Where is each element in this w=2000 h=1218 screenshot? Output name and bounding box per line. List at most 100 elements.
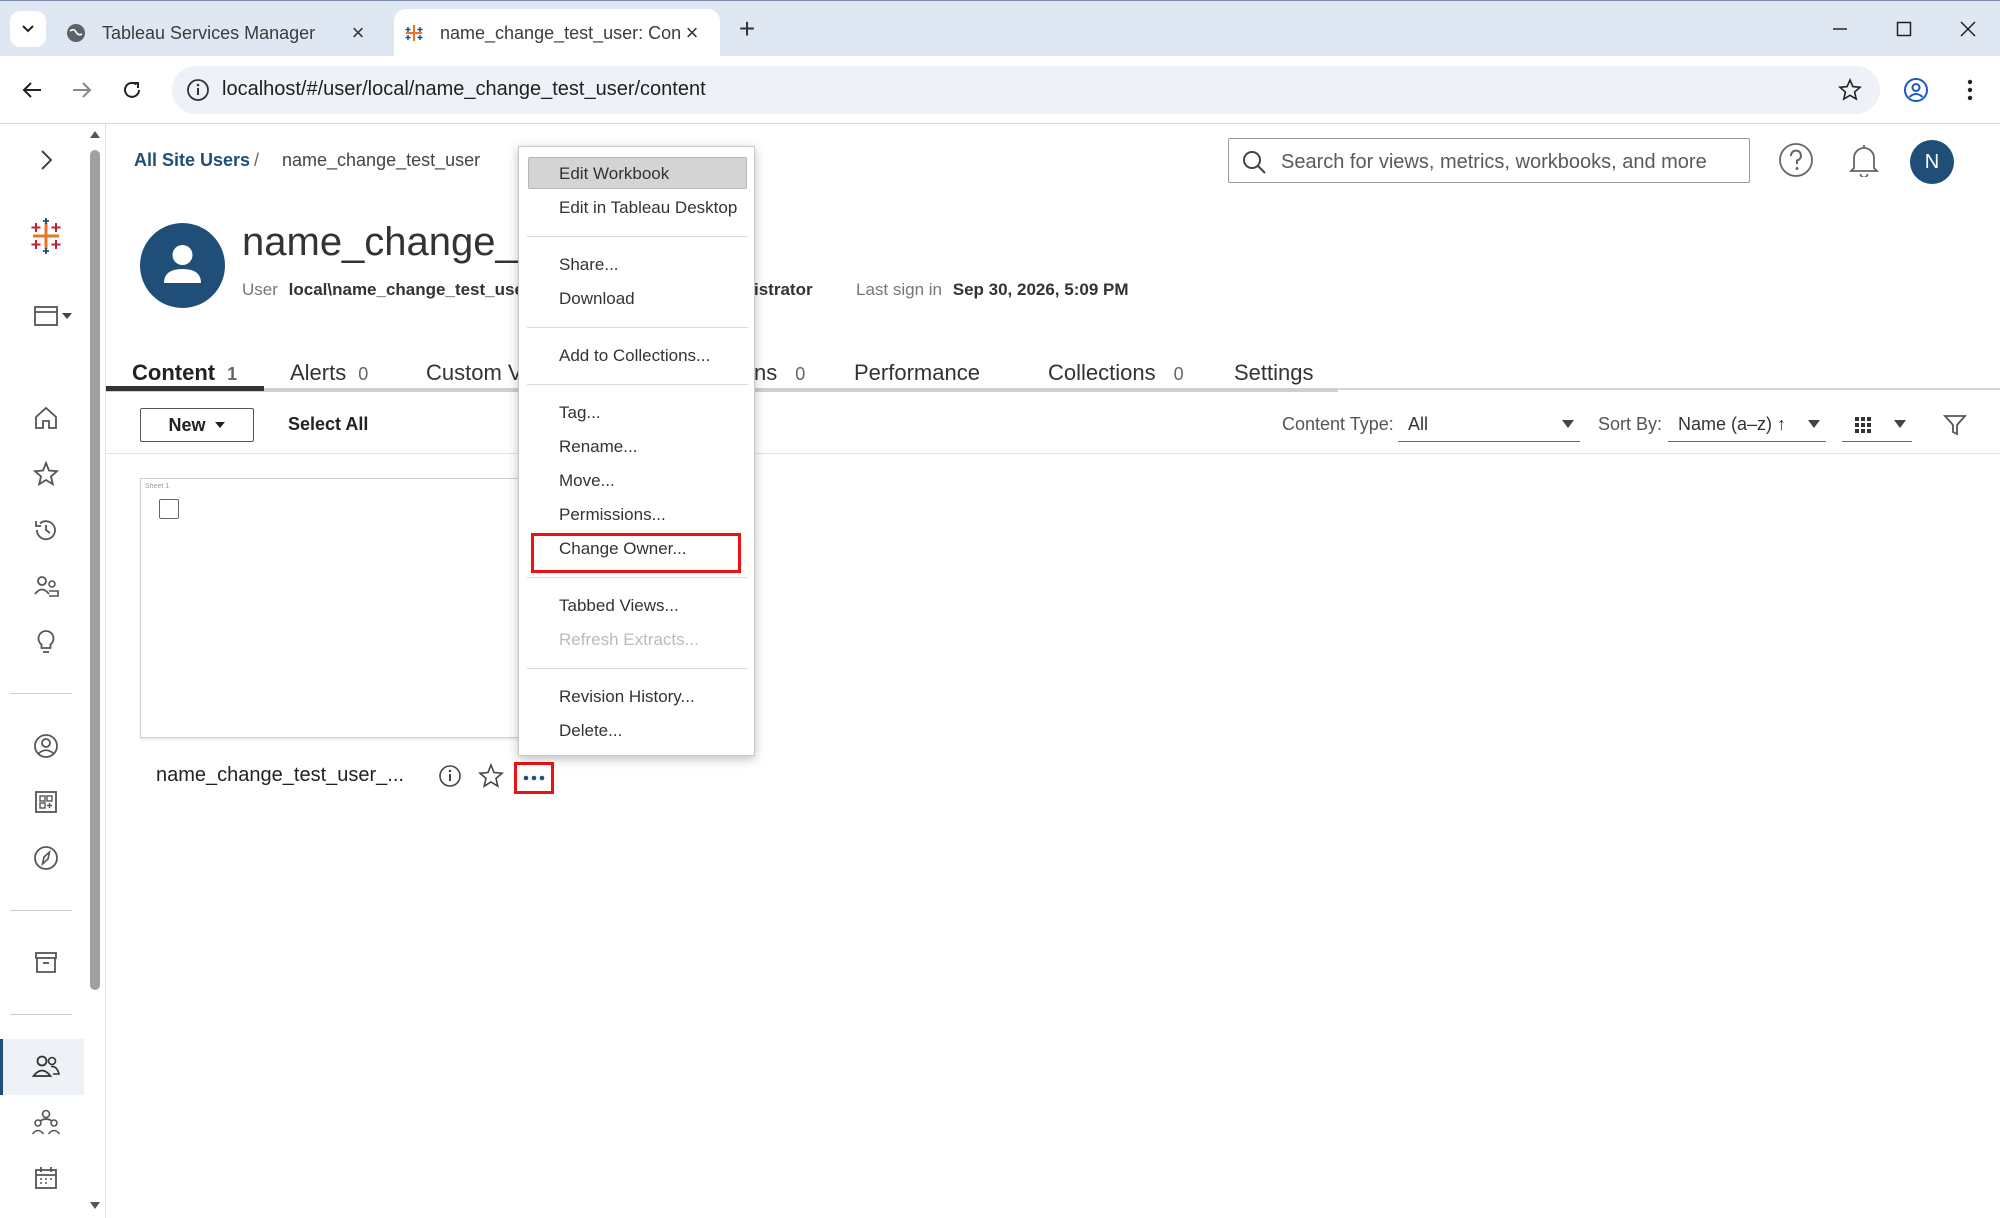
- chevron-right-icon: [41, 150, 53, 170]
- browser-tab-content[interactable]: name_change_test_user: Conter ×: [394, 9, 720, 57]
- scroll-down-icon[interactable]: [88, 1200, 102, 1212]
- menu-divider: [527, 384, 748, 385]
- nav-collections[interactable]: [26, 782, 66, 822]
- more-actions-button[interactable]: [514, 762, 554, 794]
- view-mode-select[interactable]: [1842, 408, 1912, 442]
- tableau-logo[interactable]: [26, 216, 66, 256]
- notifications-button[interactable]: [1844, 140, 1884, 180]
- nav-home[interactable]: [26, 398, 66, 438]
- close-window-button[interactable]: [1948, 11, 1988, 47]
- workbook-info-button[interactable]: [436, 762, 464, 790]
- search-input[interactable]: Search for views, metrics, workbooks, an…: [1281, 151, 1707, 174]
- nav-recommendations[interactable]: [26, 622, 66, 662]
- workbook-favorite-button[interactable]: [477, 762, 505, 790]
- menu-tag[interactable]: Tag...: [559, 403, 601, 423]
- menu-divider: [527, 577, 748, 578]
- tab-custom-views[interactable]: Custom V: [426, 360, 523, 386]
- help-button[interactable]: [1776, 140, 1816, 180]
- scroll-up-icon[interactable]: [88, 128, 102, 140]
- forward-button[interactable]: [64, 72, 100, 108]
- menu-permissions[interactable]: Permissions...: [559, 505, 666, 525]
- tab-alerts[interactable]: Alerts 0: [290, 360, 368, 386]
- tab-label: Alerts: [290, 360, 347, 385]
- filter-icon[interactable]: [1942, 412, 1968, 438]
- role-meta: istrator: [754, 280, 813, 300]
- archive-box-icon: [35, 952, 57, 973]
- menu-download[interactable]: Download: [559, 289, 635, 309]
- info-icon[interactable]: [186, 78, 210, 102]
- bookmark-star-icon[interactable]: [1838, 78, 1862, 102]
- globe-icon: [67, 24, 85, 42]
- page-scrollbar[interactable]: [88, 124, 102, 1218]
- tableau-logo-icon: [31, 218, 61, 254]
- menu-divider: [527, 668, 748, 669]
- close-tab-icon[interactable]: ×: [680, 20, 704, 45]
- browser-menu-button[interactable]: [1954, 74, 1986, 106]
- nav-favorites[interactable]: [26, 454, 66, 494]
- menu-divider: [527, 327, 748, 328]
- workbook-name[interactable]: name_change_test_user_...: [156, 764, 404, 787]
- tab-search-button[interactable]: [10, 11, 46, 47]
- new-tab-button[interactable]: +: [732, 15, 762, 45]
- profile-button[interactable]: [1900, 74, 1932, 106]
- tab-label: ns: [754, 360, 778, 385]
- tab-collections[interactable]: Collections 0: [1048, 360, 1184, 386]
- content-action-bar: New Select All Content Type: All Sort By…: [106, 400, 2000, 454]
- new-button[interactable]: New: [140, 408, 254, 442]
- maximize-button[interactable]: [1884, 11, 1924, 47]
- user-avatar[interactable]: N: [1910, 140, 1954, 184]
- menu-add-to-collections[interactable]: Add to Collections...: [559, 346, 710, 366]
- collections-icon: [35, 791, 57, 813]
- menu-share[interactable]: Share...: [559, 255, 619, 275]
- tab-settings[interactable]: Settings: [1234, 360, 1314, 386]
- bell-icon: [1848, 145, 1880, 177]
- menu-edit-in-tableau-desktop[interactable]: Edit in Tableau Desktop: [559, 198, 737, 218]
- minimize-button[interactable]: [1820, 11, 1860, 47]
- tab-content[interactable]: Content 1: [132, 360, 237, 386]
- groups-icon: [31, 1109, 61, 1135]
- site-switcher[interactable]: [26, 296, 80, 336]
- menu-change-owner[interactable]: Change Owner...: [559, 539, 687, 559]
- menu-tabbed-views[interactable]: Tabbed Views...: [559, 596, 679, 616]
- menu-move[interactable]: Move...: [559, 471, 615, 491]
- select-all-button[interactable]: Select All: [288, 414, 368, 435]
- expand-nav-button[interactable]: [26, 140, 66, 180]
- nav-external-assets[interactable]: [26, 942, 66, 982]
- tab-subscriptions[interactable]: ns 0: [754, 360, 805, 386]
- menu-divider: [527, 236, 748, 237]
- menu-edit-workbook[interactable]: Edit Workbook: [559, 164, 669, 184]
- nav-personal-space[interactable]: [26, 726, 66, 766]
- tableau-logo-icon: [405, 25, 423, 41]
- nav-explore[interactable]: [26, 838, 66, 878]
- caret-down-icon: [62, 313, 72, 319]
- tab-label: Custom V: [426, 360, 523, 385]
- url-text[interactable]: localhost/#/user/local/name_change_test_…: [222, 78, 706, 101]
- user-meta: User local\name_change_test_use: [242, 280, 524, 300]
- search-box[interactable]: Search for views, metrics, workbooks, an…: [1228, 138, 1750, 183]
- menu-delete[interactable]: Delete...: [559, 721, 622, 741]
- scrollbar-thumb[interactable]: [90, 150, 100, 990]
- nav-users[interactable]: [26, 1046, 66, 1086]
- nav-recents[interactable]: [26, 510, 66, 550]
- address-bar[interactable]: localhost/#/user/local/name_change_test_…: [172, 66, 1880, 114]
- nav-shared-with-me[interactable]: [26, 566, 66, 606]
- chevron-down-icon: [22, 25, 34, 33]
- sort-by-select[interactable]: Name (a–z) ↑: [1668, 408, 1826, 442]
- workbook-card-thumbnail[interactable]: Sheet 1: [140, 478, 520, 738]
- select-checkbox[interactable]: [159, 499, 179, 519]
- help-icon: [1779, 143, 1813, 177]
- nav-schedules[interactable]: [26, 1158, 66, 1198]
- browser-tab-tsm[interactable]: Tableau Services Manager ×: [56, 9, 386, 57]
- minimize-icon: [1833, 28, 1847, 30]
- menu-rename[interactable]: Rename...: [559, 437, 637, 457]
- breadcrumb-all-site-users[interactable]: All Site Users: [134, 150, 250, 171]
- user-value: local\name_change_test_use: [288, 280, 524, 299]
- browser-tabstrip: Tableau Services Manager × name_change_t…: [0, 0, 2000, 57]
- tab-performance[interactable]: Performance: [854, 360, 980, 386]
- menu-revision-history[interactable]: Revision History...: [559, 687, 695, 707]
- nav-groups[interactable]: [26, 1102, 66, 1142]
- back-button[interactable]: [14, 72, 50, 108]
- close-tab-icon[interactable]: ×: [346, 20, 370, 45]
- reload-button[interactable]: [114, 72, 150, 108]
- content-type-select[interactable]: All: [1398, 408, 1580, 442]
